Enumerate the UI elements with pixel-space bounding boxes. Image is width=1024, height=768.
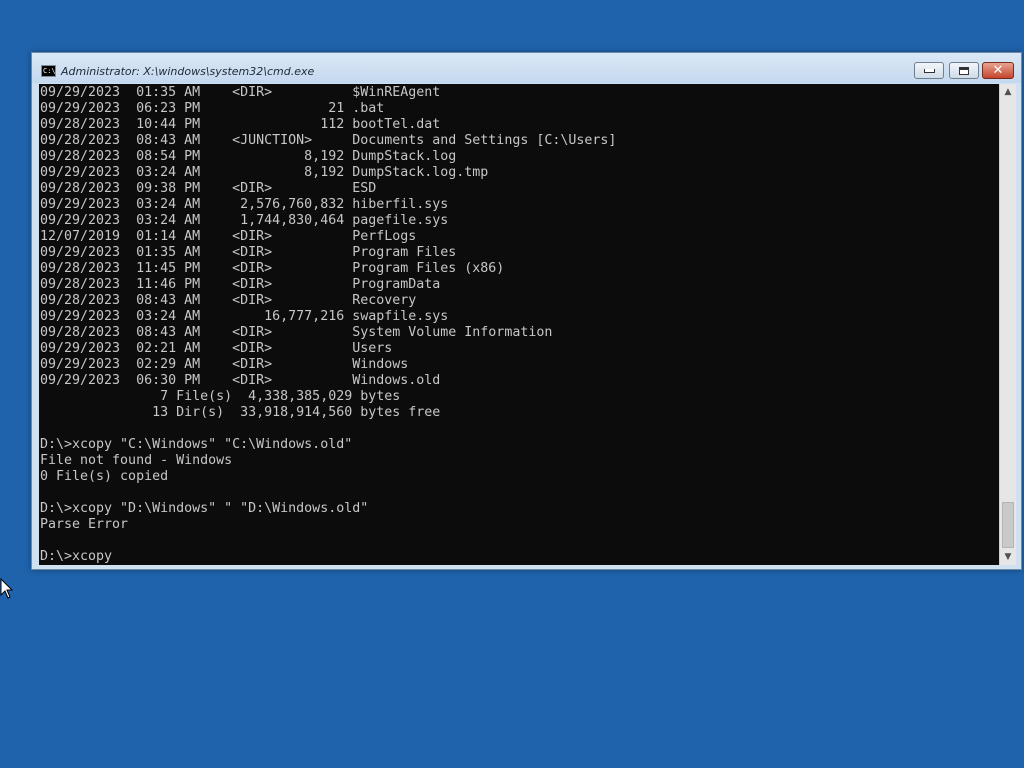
maximize-icon — [959, 66, 969, 75]
scroll-up-arrow-icon[interactable]: ▲ — [1000, 84, 1016, 100]
console-line: D:\>xcopy "C:\Windows" "C:\Windows.old" — [40, 437, 353, 452]
console-output[interactable]: 09/29/2023 01:35 AM <DIR> $WinREAgent 09… — [39, 84, 999, 565]
close-icon: ✕ — [992, 63, 1004, 78]
console-line: 09/29/2023 01:35 AM <DIR> $WinREAgent — [40, 85, 441, 100]
console-line: 09/29/2023 01:35 AM <DIR> Program Files — [40, 245, 457, 260]
scroll-down-arrow-icon[interactable]: ▼ — [1000, 549, 1016, 565]
scrollbar-thumb[interactable] — [1002, 502, 1014, 548]
console-line: 09/29/2023 03:24 AM 8,192 DumpStack.log.… — [40, 165, 489, 180]
console-line: 7 File(s) 4,338,385,029 bytes — [40, 389, 401, 404]
console-line: 12/07/2019 01:14 AM <DIR> PerfLogs — [40, 229, 417, 244]
console-line: 09/29/2023 06:23 PM 21 .bat — [40, 101, 385, 116]
console-line: 09/28/2023 10:44 PM 112 bootTel.dat — [40, 117, 441, 132]
cmd-window[interactable]: C:\ Administrator: X:\windows\system32\c… — [31, 52, 1022, 570]
console-line: 09/29/2023 02:29 AM <DIR> Windows — [40, 357, 409, 372]
window-title: Administrator: X:\windows\system32\cmd.e… — [61, 65, 315, 78]
console-line: 09/28/2023 08:43 AM <JUNCTION> Documents… — [40, 133, 617, 148]
maximize-button[interactable] — [949, 62, 979, 79]
console-text: 09/29/2023 01:35 AM <DIR> $WinREAgent 09… — [40, 85, 616, 565]
console-line: File not found - Windows — [40, 453, 233, 468]
cmd-icon: C:\ — [41, 65, 56, 77]
console-line: 09/29/2023 03:24 AM 1,744,830,464 pagefi… — [40, 213, 449, 228]
console-line: 09/29/2023 06:30 PM <DIR> Windows.old — [40, 373, 441, 388]
console-line: Parse Error — [40, 517, 129, 532]
console-line: 09/28/2023 08:43 AM <DIR> System Volume … — [40, 325, 553, 340]
close-button[interactable]: ✕ — [982, 62, 1014, 79]
console-line: D:\>xcopy "D:\Windows" " "D:\Windows.old… — [40, 501, 369, 516]
console-line: 09/28/2023 11:46 PM <DIR> ProgramData — [40, 277, 441, 292]
console-line: 13 Dir(s) 33,918,914,560 bytes free — [40, 405, 441, 420]
console-line: 0 File(s) copied — [40, 469, 169, 484]
console-line: D:\>xcopy — [40, 549, 113, 564]
console-line: 09/28/2023 09:38 PM <DIR> ESD — [40, 181, 377, 196]
minimize-icon — [923, 68, 935, 73]
console-line: 09/28/2023 08:43 AM <DIR> Recovery — [40, 293, 417, 308]
console-line: 09/28/2023 11:45 PM <DIR> Program Files … — [40, 261, 505, 276]
mouse-pointer-icon — [0, 578, 14, 599]
console-line: 09/29/2023 02:21 AM <DIR> Users — [40, 341, 393, 356]
console-line: 09/28/2023 08:54 PM 8,192 DumpStack.log — [40, 149, 457, 164]
vertical-scrollbar[interactable]: ▲ ▼ — [999, 84, 1016, 565]
minimize-button[interactable] — [914, 62, 944, 79]
console-line: 09/29/2023 03:24 AM 16,777,216 swapfile.… — [40, 309, 449, 324]
console-line: 09/29/2023 03:24 AM 2,576,760,832 hiberf… — [40, 197, 449, 212]
title-bar[interactable]: C:\ Administrator: X:\windows\system32\c… — [32, 53, 1021, 83]
